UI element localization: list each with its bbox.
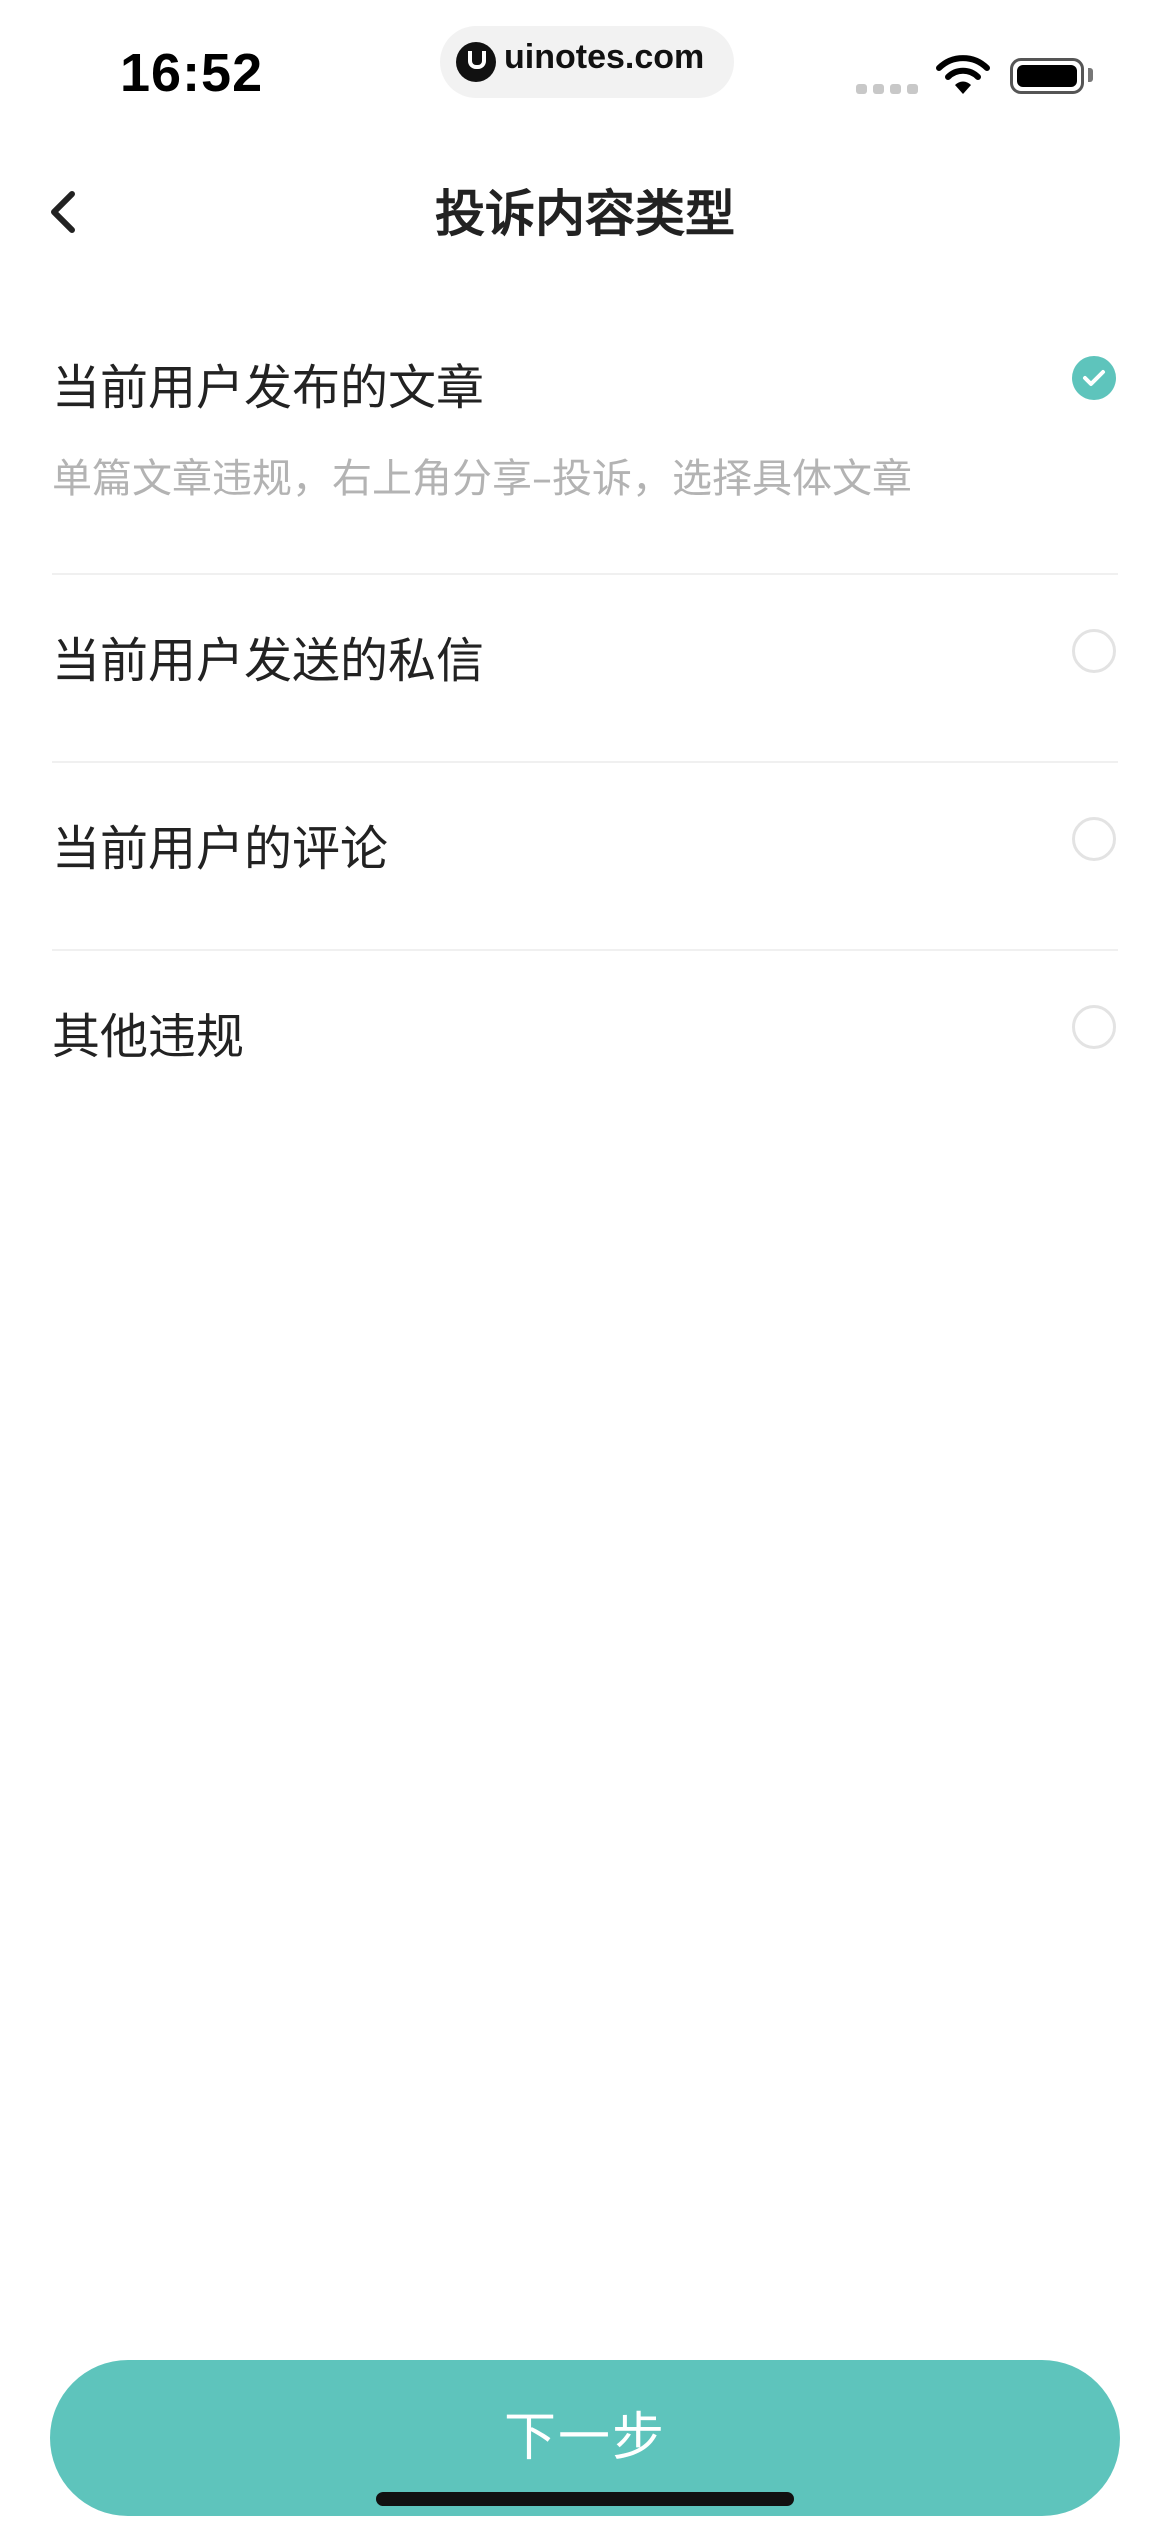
option-label: 其他违规 [52, 1009, 245, 1065]
radio-unchecked-icon[interactable] [1072, 817, 1116, 861]
complaint-type-list: 当前用户发布的文章 单篇文章违规，右上角分享–投诉，选择具体文章 当前用户发送的… [0, 300, 1170, 1139]
page-title: 投诉内容类型 [435, 185, 735, 243]
option-description: 单篇文章违规，右上角分享–投诉，选择具体文章 [52, 456, 912, 502]
checkmark-icon [1083, 370, 1105, 386]
nav-bar: 投诉内容类型 [0, 150, 1170, 270]
cellular-signal-icon [856, 84, 918, 94]
option-user-comments[interactable]: 当前用户的评论 [0, 763, 1170, 951]
url-text: uinotes.com [504, 38, 705, 76]
radio-unchecked-icon[interactable] [1072, 629, 1116, 673]
option-private-messages[interactable]: 当前用户发送的私信 [0, 575, 1170, 763]
option-label: 当前用户的评论 [52, 821, 389, 877]
url-pill[interactable]: uinotes.com [440, 26, 734, 98]
status-time: 16:52 [120, 43, 264, 103]
home-indicator [376, 2492, 794, 2506]
option-user-articles[interactable]: 当前用户发布的文章 单篇文章违规，右上角分享–投诉，选择具体文章 [0, 300, 1170, 575]
wifi-icon [936, 54, 990, 96]
battery-cap [1088, 68, 1093, 82]
option-label: 当前用户发布的文章 [52, 360, 485, 416]
status-bar: 16:52 uinotes.com [0, 0, 1170, 150]
battery-icon [1010, 58, 1084, 94]
option-other-violations[interactable]: 其他违规 [0, 951, 1170, 1139]
site-logo-icon [456, 42, 496, 82]
radio-checked-icon[interactable] [1072, 356, 1116, 400]
option-label: 当前用户发送的私信 [52, 633, 485, 689]
radio-unchecked-icon[interactable] [1072, 1005, 1116, 1049]
